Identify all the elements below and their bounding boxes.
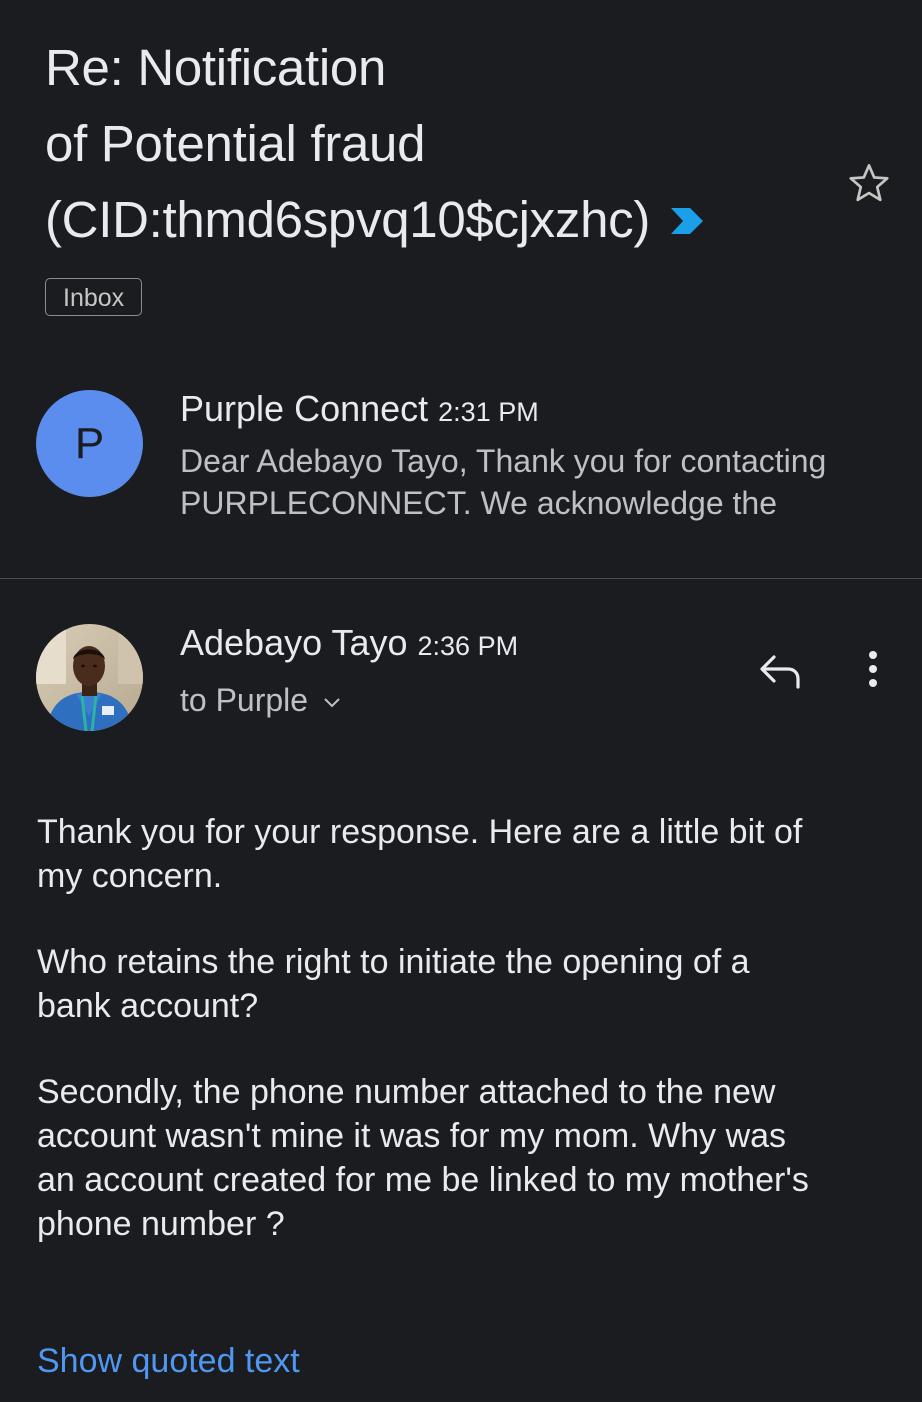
message-time: 2:31 PM xyxy=(438,397,539,427)
message-header[interactable]: Purple Connect 2:31 PM xyxy=(180,388,539,430)
sender-avatar[interactable]: P xyxy=(36,390,143,497)
email-thread-view: Re: Notification of Potential fraud (CID… xyxy=(0,0,922,1402)
message-divider xyxy=(0,578,922,579)
subject-line-2: of Potential fraud xyxy=(45,115,426,172)
reply-icon[interactable] xyxy=(756,648,804,692)
message-body: Thank you for your response. Here are a … xyxy=(37,810,897,1288)
subject-line-3-text: (CID:thmd6spvq10$cjxzhc) xyxy=(45,191,651,248)
email-subject: Re: Notification of Potential fraud (CID… xyxy=(45,30,805,262)
body-paragraph: Who retains the right to initiate the op… xyxy=(37,940,897,1028)
message-snippet[interactable]: Dear Adebayo Tayo, Thank you for contact… xyxy=(180,440,900,524)
body-line: Thank you for your response. Here are a … xyxy=(37,813,803,851)
snippet-line-2: PURPLECONNECT. We acknowledge the xyxy=(180,485,777,521)
star-icon[interactable] xyxy=(846,160,892,206)
profile-photo-avatar[interactable] xyxy=(36,624,143,731)
body-line: Who retains the right to initiate the op… xyxy=(37,943,750,981)
message-time: 2:36 PM xyxy=(417,631,519,661)
inbox-label-chip[interactable]: Inbox xyxy=(45,278,143,316)
importance-marker-icon[interactable] xyxy=(668,182,706,258)
sender-name: Adebayo Tayo xyxy=(180,622,408,663)
chevron-down-icon xyxy=(322,681,342,718)
sender-name: Purple Connect xyxy=(180,388,429,429)
body-paragraph: Secondly, the phone number attached to t… xyxy=(37,1070,897,1246)
more-vert-icon[interactable] xyxy=(856,648,890,692)
snippet-line-1: Dear Adebayo Tayo, Thank you for contact… xyxy=(180,443,827,479)
subject-line-3: (CID:thmd6spvq10$cjxzhc) xyxy=(45,182,805,262)
body-paragraph: Thank you for your response. Here are a … xyxy=(37,810,897,898)
recipient-details-toggle[interactable]: to Purple xyxy=(180,682,342,721)
body-line: account wasn't mine it was for my mom. W… xyxy=(37,1117,787,1155)
subject-line-1: Re: Notification xyxy=(45,39,387,96)
body-line: phone number ? xyxy=(37,1205,285,1243)
message-header[interactable]: Adebayo Tayo 2:36 PM xyxy=(180,622,518,664)
body-line: my concern. xyxy=(37,857,223,895)
show-quoted-text-link[interactable]: Show quoted text xyxy=(37,1342,300,1381)
body-line: Secondly, the phone number attached to t… xyxy=(37,1073,776,1111)
body-line: bank account? xyxy=(37,987,259,1025)
recipient-label: to Purple xyxy=(180,682,309,718)
body-line: an account created for me be linked to m… xyxy=(37,1161,809,1199)
